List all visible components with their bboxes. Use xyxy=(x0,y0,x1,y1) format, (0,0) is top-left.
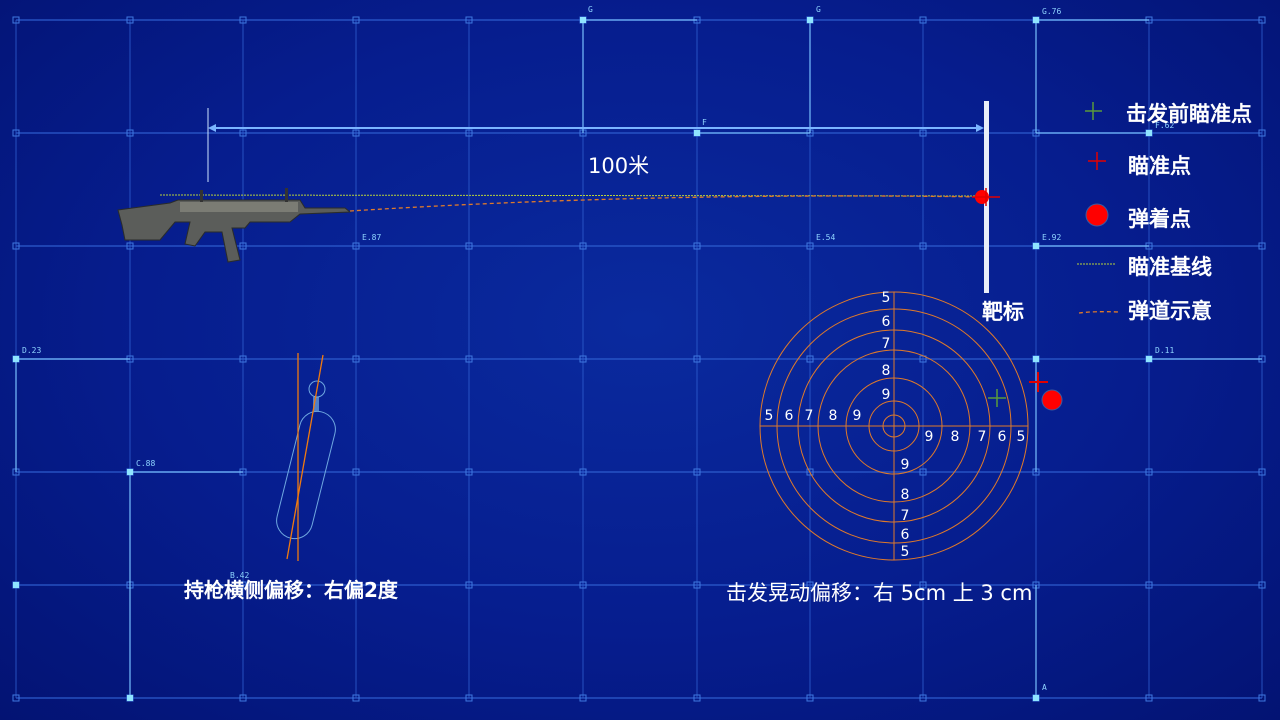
legend-impact-point: 弹着点 xyxy=(1128,207,1191,231)
grid-node-active xyxy=(127,469,133,475)
ring-label-left: 9 xyxy=(853,408,862,424)
grid-node-active xyxy=(1146,356,1152,362)
ring-label-right: 8 xyxy=(951,429,960,445)
grid-node-active xyxy=(1033,17,1039,23)
legend-aim-baseline: 瞄准基线 xyxy=(1128,255,1212,279)
grid-label: D.23 xyxy=(22,346,41,355)
grip-diagram xyxy=(276,353,336,561)
red-dot-icon xyxy=(1085,203,1109,227)
ring-label-top: 9 xyxy=(882,387,891,403)
grid-node-active xyxy=(127,695,133,701)
grid-node-active xyxy=(13,356,19,362)
ring-label-bottom: 7 xyxy=(901,508,910,524)
legend-trajectory: 弹道示意 xyxy=(1128,299,1212,323)
ring-label-bottom: 6 xyxy=(901,527,910,543)
arrow-right-icon xyxy=(976,124,984,132)
target-label: 靶标 xyxy=(982,300,1024,324)
distance-label: 100米 xyxy=(588,154,650,178)
trajectory-line xyxy=(349,195,985,212)
ring-label-right: 5 xyxy=(1017,429,1026,445)
grid-node-active xyxy=(13,582,19,588)
ring-label-top: 8 xyxy=(882,363,891,379)
ring-label-bottom: 8 xyxy=(901,487,910,503)
rifle-image xyxy=(117,188,352,263)
grid-node-active xyxy=(1033,356,1039,362)
grid-label: G xyxy=(816,5,821,14)
diagram-canvas: G G G.76F F.62E.87 E.54 E.92D.23 D.11C.88B.42A… xyxy=(12,5,1266,702)
hand-grip-shape xyxy=(276,410,336,540)
grid-node-active xyxy=(807,17,813,23)
impact-point-icon xyxy=(1041,389,1063,411)
grid-label: C.88 xyxy=(136,459,155,468)
grid-label: G.76 xyxy=(1042,7,1061,16)
ring-label-left: 8 xyxy=(829,408,838,424)
ring-label-right: 6 xyxy=(998,429,1007,445)
grid-node-active xyxy=(694,130,700,136)
dashed-orange-line-icon xyxy=(1078,311,1120,314)
ring-label-right: 9 xyxy=(925,429,934,445)
ring-label-left: 6 xyxy=(785,408,794,424)
ring-label-right: 7 xyxy=(978,429,987,445)
grid-label: E.92 xyxy=(1042,233,1061,242)
grip-offset-caption: 持枪横侧偏移：右偏2度 xyxy=(184,578,398,602)
grid-label: A xyxy=(1042,683,1047,692)
target-rings xyxy=(759,291,1029,561)
ring-label-top: 6 xyxy=(882,314,891,330)
legend-pre-fire-aim-point: 击发前瞄准点 xyxy=(1126,102,1252,126)
ring-label-left: 5 xyxy=(765,408,774,424)
ring-label-top: 7 xyxy=(882,336,891,352)
legend-aim-point: 瞄准点 xyxy=(1128,154,1191,178)
grid-label: D.11 xyxy=(1155,346,1174,355)
arrow-left-icon xyxy=(208,124,216,132)
grid-label: F xyxy=(702,118,707,127)
grid-node-active xyxy=(1033,695,1039,701)
ring-label-left: 7 xyxy=(805,408,814,424)
aim-baseline xyxy=(159,194,985,197)
ring-label-bottom: 9 xyxy=(901,457,910,473)
grid-node-active xyxy=(1033,243,1039,249)
grid-label: E.54 xyxy=(816,233,835,242)
ring-label-bottom: 5 xyxy=(901,544,910,560)
ring-label-top: 5 xyxy=(882,290,891,306)
grid-node-active xyxy=(580,17,586,23)
shake-offset-caption: 击发晃动偏移：右 5cm 上 3 cm xyxy=(726,581,1033,605)
grid-node-active xyxy=(1146,130,1152,136)
grid-label: G xyxy=(588,5,593,14)
grid-label: E.87 xyxy=(362,233,381,242)
